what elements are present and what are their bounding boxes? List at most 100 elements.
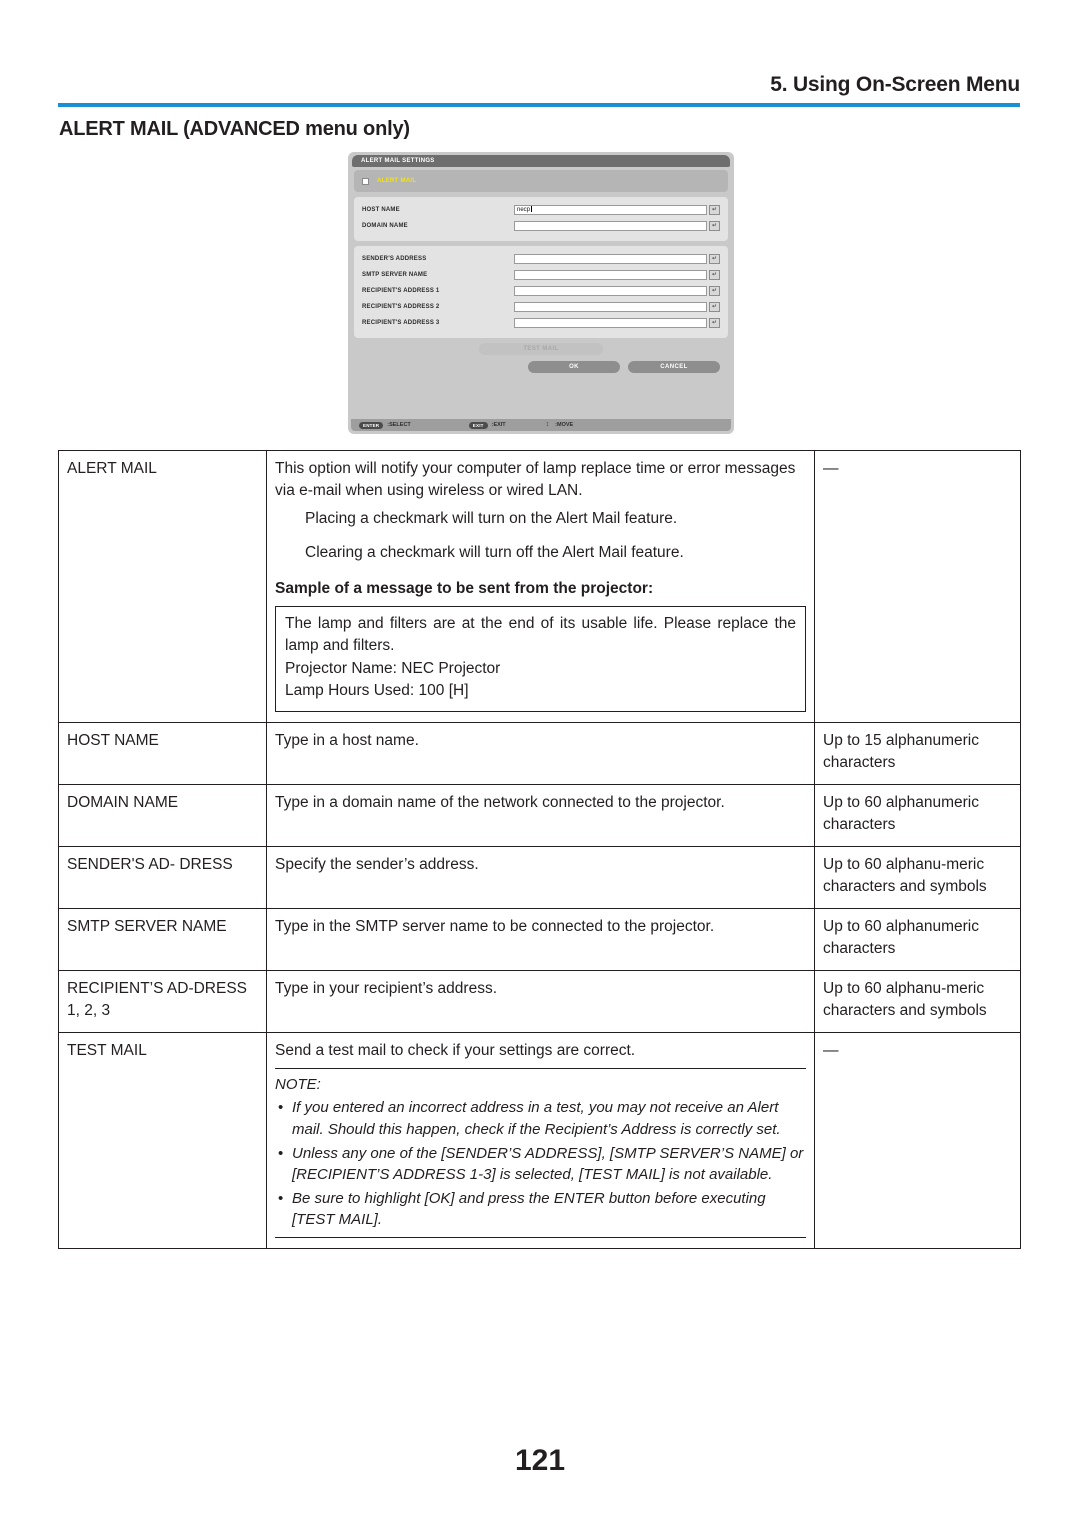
field-senders-address[interactable]: SENDER'S ADDRESS ↵ [362, 252, 720, 266]
enter-icon[interactable]: ↵ [709, 270, 720, 280]
dialog-status-bar: ENTER :SELECT EXIT :EXIT ↕ :MOVE [351, 419, 731, 431]
recipients-address-2-input[interactable] [514, 302, 707, 312]
field-recipients-address-3[interactable]: RECIPIENT'S ADDRESS 3 ↵ [362, 316, 720, 330]
row-limit: Up to 60 alphanumeric characters [814, 907, 1021, 971]
field-label: RECIPIENT'S ADDRESS 3 [362, 320, 440, 326]
enter-key-icon: ENTER [359, 421, 384, 429]
note-title: NOTE: [275, 1075, 321, 1093]
field-domain-name[interactable]: DOMAIN NAME ↵ [362, 219, 720, 233]
field-label: RECIPIENT'S ADDRESS 2 [362, 304, 440, 310]
sample-message-heading: Sample of a message to be sent from the … [275, 580, 654, 597]
table-row: SENDER'S AD- DRESS Specify the sender’s … [58, 845, 1021, 909]
description-indent-2: Clearing a checkmark will turn off the A… [305, 544, 684, 561]
sample-message-box: The lamp and filters are at the end of i… [275, 606, 806, 712]
enter-icon[interactable]: ↵ [709, 318, 720, 328]
row-description: Type in a domain name of the network con… [266, 783, 815, 847]
up-down-arrow-icon: ↕ [545, 421, 550, 428]
row-name: ALERT MAIL [58, 450, 267, 723]
field-recipients-address-2[interactable]: RECIPIENT'S ADDRESS 2 ↵ [362, 300, 720, 314]
status-move: ↕ :MOVE [545, 421, 574, 428]
row-description: This option will notify your computer of… [266, 450, 815, 723]
status-exit-label: :EXIT [491, 422, 506, 428]
domain-name-input[interactable] [514, 221, 707, 231]
test-mail-button[interactable]: TEST MAIL [479, 343, 603, 355]
row-limit: Up to 60 alphanu-meric characters and sy… [814, 845, 1021, 909]
description-paragraph: Send a test mail to check if your settin… [275, 1041, 636, 1059]
page-title: ALERT MAIL (ADVANCED menu only) [59, 118, 410, 140]
row-limit: — [814, 450, 1021, 723]
row-limit: Up to 60 alphanumeric characters [814, 783, 1021, 847]
note-item: Unless any one of the [SENDER’S ADDRESS]… [275, 1143, 806, 1186]
status-select: ENTER :SELECT [359, 421, 411, 429]
alert-mail-spec-table: ALERT MAIL This option will notify your … [58, 450, 1021, 1250]
name-fields-panel: HOST NAME necp ↵ DOMAIN NAME ↵ [354, 197, 728, 241]
field-smtp-server-name[interactable]: SMTP SERVER NAME ↵ [362, 268, 720, 282]
row-name: DOMAIN NAME [58, 783, 267, 847]
table-row: TEST MAIL Send a test mail to check if y… [58, 1031, 1021, 1250]
field-label: SMTP SERVER NAME [362, 272, 428, 278]
status-exit: EXIT :EXIT [468, 421, 506, 429]
field-host-name[interactable]: HOST NAME necp ↵ [362, 203, 720, 217]
enter-icon[interactable]: ↵ [709, 286, 720, 296]
chapter-title: 5. Using On-Screen Menu [770, 73, 1020, 96]
dialog-action-row: OK CANCEL [354, 361, 728, 373]
note-block: NOTE: If you entered an incorrect addres… [275, 1067, 806, 1239]
row-description: Type in your recipient’s address. [266, 969, 815, 1033]
note-item: Be sure to highlight [OK] and press the … [275, 1188, 806, 1231]
row-description: Specify the sender’s address. [266, 845, 815, 909]
status-select-label: :SELECT [387, 422, 411, 428]
row-limit: — [814, 1031, 1021, 1250]
enter-icon[interactable]: ↵ [709, 254, 720, 264]
description-indent-1: Placing a checkmark will turn on the Ale… [305, 510, 678, 527]
row-limit: Up to 15 alphanumeric characters [814, 721, 1021, 785]
smtp-server-name-input[interactable] [514, 270, 707, 280]
table-row: SMTP SERVER NAME Type in the SMTP server… [58, 907, 1021, 971]
table-row: RECIPIENT’S AD-DRESS 1, 2, 3 Type in you… [58, 969, 1021, 1033]
table-row: DOMAIN NAME Type in a domain name of the… [58, 783, 1021, 847]
sample-line-3: Lamp Hours Used: 100 [H] [285, 682, 469, 700]
sample-line-1: The lamp and filters are at the end of i… [285, 615, 796, 655]
row-description: Type in a host name. [266, 721, 815, 785]
enter-icon[interactable]: ↵ [709, 221, 720, 231]
checkbox-icon[interactable] [362, 177, 369, 185]
field-label: RECIPIENT'S ADDRESS 1 [362, 288, 440, 294]
row-description: Type in the SMTP server name to be conne… [266, 907, 815, 971]
row-name: RECIPIENT’S AD-DRESS 1, 2, 3 [58, 969, 267, 1033]
field-label: HOST NAME [362, 207, 400, 213]
row-description: Send a test mail to check if your settin… [266, 1031, 815, 1250]
recipients-address-1-input[interactable] [514, 286, 707, 296]
note-list: If you entered an incorrect address in a… [275, 1097, 806, 1231]
enter-icon[interactable]: ↵ [709, 205, 720, 215]
row-limit: Up to 60 alphanu-meric characters and sy… [814, 969, 1021, 1033]
status-move-label: :MOVE [555, 422, 574, 428]
enter-icon[interactable]: ↵ [709, 302, 720, 312]
exit-key-icon: EXIT [468, 421, 488, 429]
alert-mail-settings-dialog: ALERT MAIL SETTINGS ALERT MAIL HOST NAME… [348, 152, 734, 434]
cancel-button[interactable]: CANCEL [628, 361, 720, 373]
table-row: ALERT MAIL This option will notify your … [58, 450, 1021, 723]
recipients-address-3-input[interactable] [514, 318, 707, 328]
page-header: 5. Using On-Screen Menu [58, 74, 1020, 107]
table-row: HOST NAME Type in a host name. Up to 15 … [58, 721, 1021, 785]
dialog-body: ALERT MAIL HOST NAME necp ↵ DOMAIN NAME … [348, 167, 734, 373]
description-paragraph: This option will notify your computer of… [275, 460, 796, 499]
field-label: SENDER'S ADDRESS [362, 256, 427, 262]
note-item: If you entered an incorrect address in a… [275, 1097, 806, 1140]
dialog-title: ALERT MAIL SETTINGS [361, 158, 435, 164]
text-caret [531, 206, 533, 212]
row-name: TEST MAIL [58, 1031, 267, 1250]
address-fields-panel: SENDER'S ADDRESS ↵ SMTP SERVER NAME ↵ RE… [354, 246, 728, 338]
row-name: SENDER'S AD- DRESS [58, 845, 267, 909]
test-mail-row: TEST MAIL [354, 343, 728, 355]
senders-address-input[interactable] [514, 254, 707, 264]
sample-line-2: Projector Name: NEC Projector [285, 659, 501, 677]
alert-mail-checkbox-row[interactable]: ALERT MAIL [362, 176, 720, 186]
alert-mail-toggle-panel: ALERT MAIL [354, 170, 728, 192]
host-name-input[interactable]: necp [514, 205, 707, 215]
page-number: 121 [514, 1444, 566, 1477]
row-name: SMTP SERVER NAME [58, 907, 267, 971]
dialog-title-bar: ALERT MAIL SETTINGS [352, 155, 730, 167]
ok-button[interactable]: OK [528, 361, 620, 373]
field-recipients-address-1[interactable]: RECIPIENT'S ADDRESS 1 ↵ [362, 284, 720, 298]
row-name: HOST NAME [58, 721, 267, 785]
